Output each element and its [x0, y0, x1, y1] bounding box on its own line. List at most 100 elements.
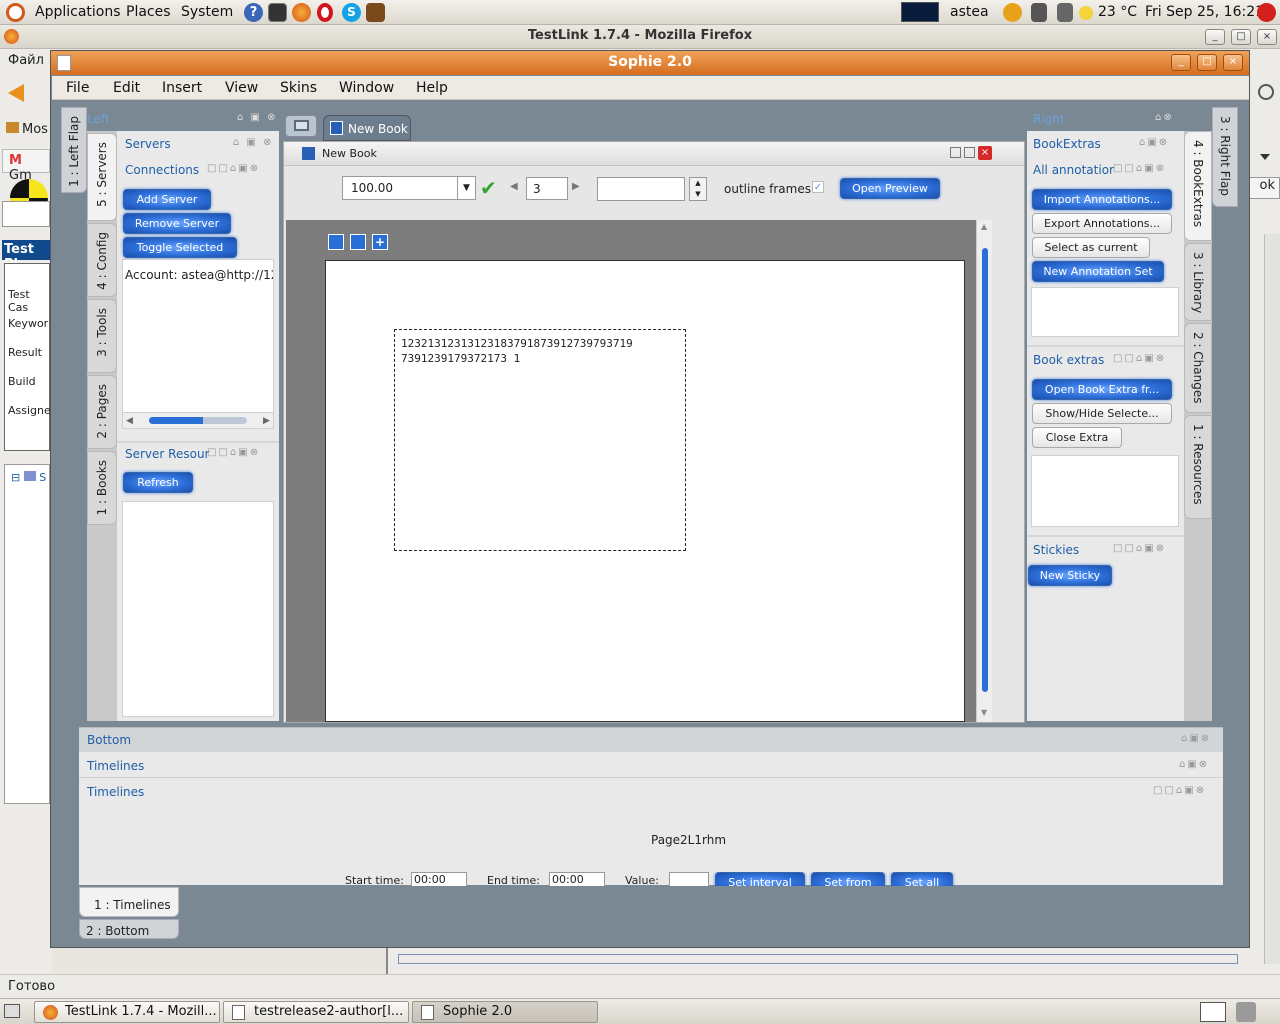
table-row[interactable]: Build	[8, 375, 36, 388]
outline-frames-checkbox[interactable]: ✓	[812, 181, 824, 193]
set-from-button[interactable]: Set from	[811, 872, 885, 886]
bookextras-controls[interactable]: ⌂▣⊗	[1139, 137, 1169, 148]
tab-bookextras[interactable]: 4 : BookExtras	[1184, 131, 1212, 241]
vscroll-thumb[interactable]	[982, 248, 988, 692]
set-all-button[interactable]: Set all	[891, 872, 953, 886]
task-testlink[interactable]: TestLink 1.7.4 - Mozill...	[34, 1001, 220, 1023]
tab-tools[interactable]: 3 : Tools	[87, 299, 117, 373]
task-testrelease[interactable]: testrelease2-author[l...	[223, 1001, 409, 1023]
opera-icon[interactable]	[317, 3, 333, 22]
prev-page-icon[interactable]: ◀	[510, 181, 518, 192]
account-entry[interactable]: Account: astea@http://12	[125, 268, 273, 282]
back-arrow-icon[interactable]	[8, 84, 24, 102]
task-sophie[interactable]: Sophie 2.0	[412, 1001, 598, 1023]
firefox-file-menu[interactable]: Файл	[8, 53, 44, 68]
menu-help[interactable]: Help	[416, 80, 448, 96]
weather-temperature[interactable]: 23 °C	[1098, 4, 1137, 20]
spinner-arrows[interactable]: ▲ ▼	[689, 177, 707, 201]
apply-zoom-check-icon[interactable]: ✔	[480, 176, 497, 200]
table-row[interactable]: Assigne	[8, 404, 51, 417]
open-preview-button[interactable]: Open Preview	[840, 178, 940, 199]
refresh-button[interactable]: Refresh	[123, 472, 193, 493]
export-annotations-button[interactable]: Export Annotations...	[1032, 213, 1172, 234]
right-flap-outer-tab[interactable]: 3 : Right Flap	[1212, 107, 1238, 207]
servers-controls[interactable]: ⌂ ▣ ⊗	[233, 137, 274, 148]
book-extras-controls[interactable]: □□⌂▣⊗	[1113, 353, 1166, 364]
value-field[interactable]	[669, 872, 709, 886]
text-frame[interactable]: 12321312313123183791873912739793719 7391…	[394, 329, 686, 551]
table-row[interactable]: Result	[8, 346, 42, 359]
scroll-up-icon[interactable]: ▲	[981, 222, 987, 231]
new-annotation-set-button[interactable]: New Annotation Set	[1032, 261, 1164, 282]
update-notifier-icon[interactable]	[1003, 3, 1022, 22]
end-time-field[interactable]: 00:00	[549, 872, 605, 886]
butterfly-icon[interactable]	[366, 3, 385, 22]
clock[interactable]: Fri Sep 25, 16:21	[1145, 4, 1264, 20]
applications-menu[interactable]: Applications	[35, 4, 121, 20]
firefox-hscroll[interactable]	[398, 954, 1238, 964]
bottom-flap-controls[interactable]: ⌂▣⊗	[1181, 733, 1211, 744]
select-as-current-button[interactable]: Select as current	[1032, 237, 1150, 258]
tree-item-root[interactable]: ⊟ S	[11, 471, 46, 484]
skype-icon[interactable]: S	[342, 3, 361, 22]
edit-page-icon[interactable]	[350, 234, 366, 250]
connections-controls[interactable]: □□⌂▣⊗	[207, 163, 260, 174]
sophie-maximize-button[interactable]: □	[1197, 54, 1217, 71]
scroll-left-icon[interactable]: ◀	[126, 416, 133, 426]
shutdown-icon[interactable]	[1257, 3, 1276, 22]
firefox-input-box[interactable]	[2, 201, 50, 227]
bookmark-mos[interactable]: Mos	[6, 122, 48, 137]
tab-books[interactable]: 1 : Books	[87, 451, 117, 525]
show-desktop-icon[interactable]	[4, 1004, 20, 1018]
right-flap-controls[interactable]: ⌂⊗	[1155, 112, 1174, 123]
connections-list[interactable]: Account: astea@http://12 ◀ ▶	[122, 259, 274, 429]
tab-resources[interactable]: 1 : Resources	[1184, 415, 1212, 519]
scroll-right-icon[interactable]: ▶	[263, 416, 270, 426]
volume-icon[interactable]	[1057, 3, 1073, 22]
open-book-extra-button[interactable]: Open Book Extra fr...	[1032, 379, 1172, 400]
terminal-icon[interactable]	[268, 3, 287, 22]
chevron-down-icon[interactable]	[1260, 154, 1270, 160]
bottom-tab-timelines[interactable]: 1 : Timelines	[79, 887, 179, 917]
search-icon[interactable]	[1258, 84, 1274, 100]
user-name[interactable]: astea	[950, 4, 989, 20]
set-interval-button[interactable]: Set interval	[715, 872, 805, 886]
close-extra-button[interactable]: Close Extra	[1032, 427, 1122, 448]
new-page-icon[interactable]	[328, 234, 344, 250]
remove-server-button[interactable]: Remove Server	[123, 213, 231, 234]
tab-pages[interactable]: 2 : Pages	[87, 375, 117, 449]
workspace-switcher[interactable]	[1200, 1002, 1226, 1022]
menu-file[interactable]: File	[66, 80, 89, 96]
tab-config[interactable]: 4 : Config	[87, 223, 117, 297]
tab-changes[interactable]: 2 : Changes	[1184, 323, 1212, 413]
zoom-combo[interactable]: 100.00 ▼	[342, 176, 476, 200]
zoom-dropdown-icon[interactable]: ▼	[457, 177, 475, 199]
book-page[interactable]: 12321312313123183791873912739793719 7391…	[325, 260, 965, 722]
bookmark-gmail[interactable]: M Gm	[2, 149, 50, 183]
firefox-minimize-button[interactable]: _	[1205, 29, 1225, 45]
firefox-maximize-button[interactable]: □	[1231, 29, 1251, 45]
show-hide-selected-button[interactable]: Show/Hide Selecte...	[1032, 403, 1172, 424]
trash-icon[interactable]	[1236, 1002, 1256, 1022]
add-icon[interactable]: +	[372, 234, 388, 250]
book-maximize-button[interactable]	[964, 147, 975, 158]
connections-hscroll[interactable]: ◀ ▶	[123, 412, 273, 428]
server-resources-controls[interactable]: □□⌂▣⊗	[207, 447, 260, 458]
tab-library[interactable]: 3 : Library	[1184, 243, 1212, 321]
page-number-field[interactable]: 3	[526, 177, 568, 200]
ubuntu-logo-icon[interactable]	[6, 3, 25, 22]
sophie-minimize-button[interactable]: _	[1171, 54, 1191, 71]
timelines-outer-controls[interactable]: ⌂▣⊗	[1179, 759, 1209, 770]
left-flap-controls[interactable]: ⌂ ▣ ⊗	[237, 112, 278, 123]
ok-button[interactable]: ok	[1246, 177, 1280, 199]
book-restore-button[interactable]	[950, 147, 961, 158]
start-time-field[interactable]: 00:00	[411, 872, 467, 886]
menu-view[interactable]: View	[225, 80, 258, 96]
scroll-down-icon[interactable]: ▼	[981, 708, 987, 717]
network-icon[interactable]	[1031, 3, 1047, 22]
all-annotations-controls[interactable]: □□⌂▣⊗	[1113, 163, 1166, 174]
import-annotations-button[interactable]: Import Annotations...	[1032, 189, 1172, 210]
annotations-list[interactable]	[1031, 287, 1179, 337]
toggle-selected-button[interactable]: Toggle Selected	[123, 237, 237, 258]
table-row[interactable]: Test Cas	[8, 288, 49, 314]
